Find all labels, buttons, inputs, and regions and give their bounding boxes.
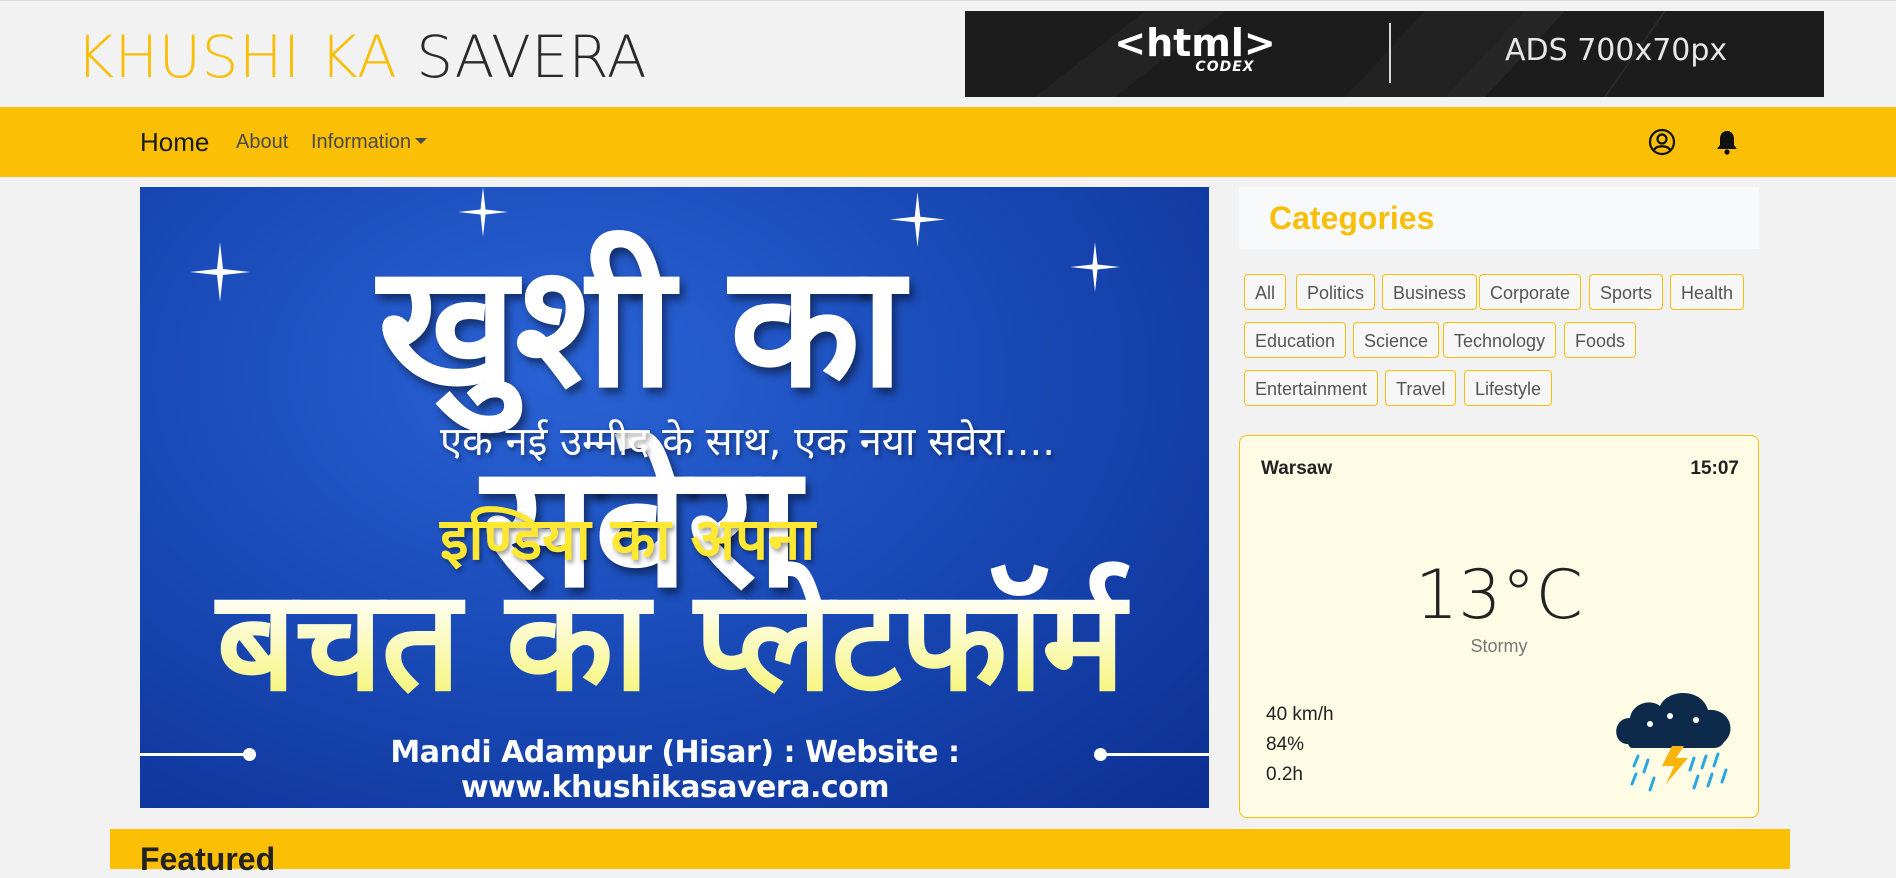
user-circle-icon[interactable] <box>1648 128 1676 156</box>
categories-header: Categories <box>1239 187 1759 249</box>
bell-icon[interactable] <box>1713 128 1741 156</box>
top-border <box>0 0 1896 1</box>
logo-part-2: SAVERA <box>416 23 648 91</box>
weather-wind: 40 km/h <box>1266 704 1334 725</box>
tag-corporate[interactable]: Corporate <box>1479 274 1582 310</box>
tag-education[interactable]: Education <box>1244 322 1347 358</box>
ad-divider <box>1389 23 1391 83</box>
featured-section: Featured <box>110 829 1790 877</box>
weather-time: 15:07 <box>1690 458 1739 479</box>
hero-footer-dot-left <box>243 748 256 761</box>
tag-foods[interactable]: Foods <box>1564 322 1637 358</box>
ad-banner[interactable]: <html> CODEX ADS 700x70px <box>965 11 1824 97</box>
hero-footer-text: Mandi Adampur (Hisar) : Website : www.kh… <box>390 735 960 805</box>
hero-footer-line-right <box>1100 753 1209 756</box>
storm-cloud-icon <box>1616 692 1731 792</box>
hero-tagline: एक नई उम्मीद के साथ, एक नया सवेरा.... <box>440 419 1055 465</box>
categories-title: Categories <box>1269 200 1435 236</box>
ad-logo-main: <html> <box>1114 21 1276 65</box>
tag-politics[interactable]: Politics <box>1296 274 1376 310</box>
weather-widget: Warsaw 15:07 13°C Stormy 40 km/h 84% 0.2… <box>1239 435 1759 818</box>
tag-entertainment[interactable]: Entertainment <box>1244 370 1379 406</box>
weather-city: Warsaw <box>1261 458 1333 479</box>
tag-technology[interactable]: Technology <box>1443 322 1557 358</box>
ad-text: ADS 700x70px <box>1505 33 1728 68</box>
logo-part-1: KHUSHI KA <box>76 23 398 91</box>
weather-temperature: 13°C <box>1414 556 1583 635</box>
tag-all[interactable]: All <box>1244 274 1287 310</box>
weather-condition: Stormy <box>1470 636 1528 656</box>
tag-business[interactable]: Business <box>1382 274 1478 310</box>
caret-down-icon <box>415 137 428 144</box>
tag-science[interactable]: Science <box>1353 322 1440 358</box>
site-logo[interactable]: KHUSHI KA SAVERA <box>76 22 647 92</box>
weather-humidity: 84% <box>1266 734 1305 755</box>
tag-health[interactable]: Health <box>1670 274 1745 310</box>
tag-travel[interactable]: Travel <box>1385 370 1457 406</box>
tag-sports[interactable]: Sports <box>1589 274 1664 310</box>
ad-logo: <html> CODEX <box>1095 23 1295 75</box>
nav-information-dropdown[interactable]: Information <box>311 131 428 154</box>
tag-lifestyle[interactable]: Lifestyle <box>1464 370 1553 406</box>
nav-information-label: Information <box>311 131 412 153</box>
weather-precip: 0.2h <box>1266 764 1303 785</box>
navbar: Home About Information <box>0 107 1896 177</box>
hero-banner[interactable]: खुशी का सवेरा एक नई उम्मीद के साथ, एक नय… <box>140 187 1209 808</box>
nav-about-link[interactable]: About <box>236 131 288 154</box>
hero-footer-dot-right <box>1094 748 1107 761</box>
hero-footer-line-left <box>140 753 250 756</box>
hero-big-text: बचत का प्लेटफॉर्म <box>190 557 1150 727</box>
featured-title: Featured <box>140 841 276 877</box>
nav-home-link[interactable]: Home <box>140 127 209 158</box>
